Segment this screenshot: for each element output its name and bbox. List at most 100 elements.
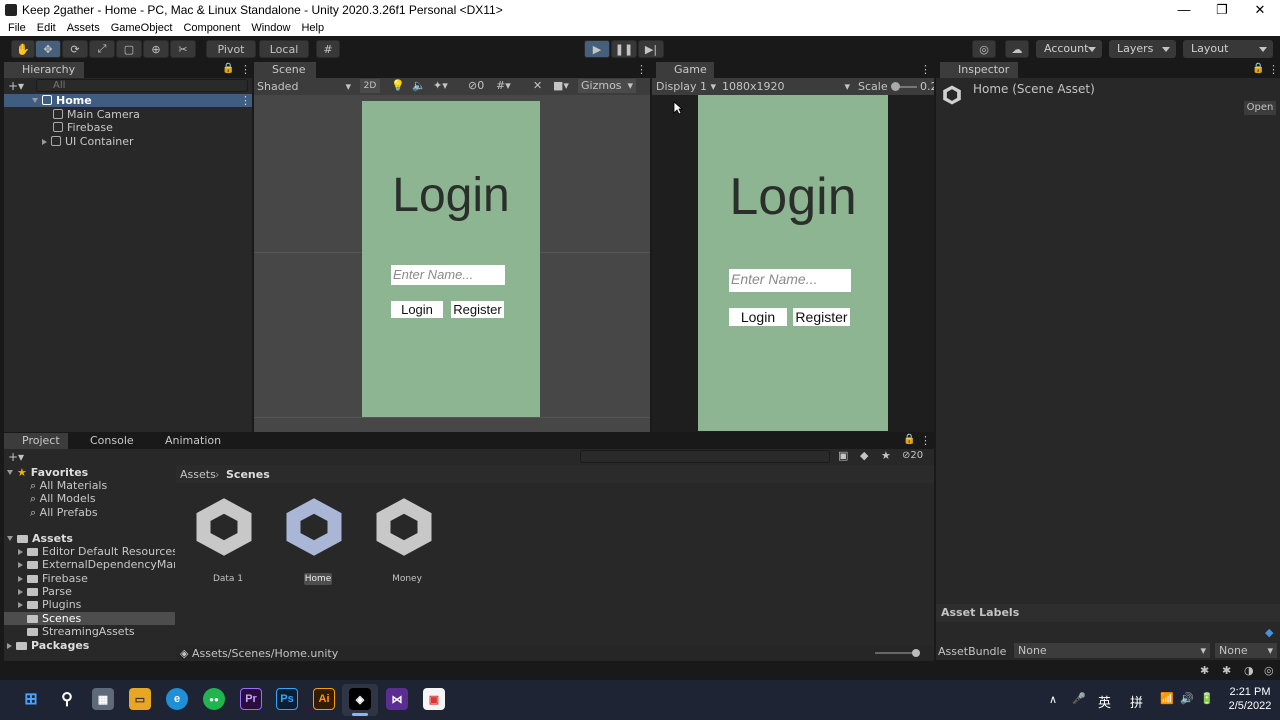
game-menu-icon[interactable]: ⋮ [920,63,931,76]
camera-icon[interactable]: ■▾ [553,79,569,92]
tree-fav-item[interactable]: ⌕ All Prefabs [30,506,98,519]
tree-folder[interactable]: Editor Default Resources [18,545,175,558]
play-button[interactable]: ▶ [584,40,610,58]
minimize-button[interactable]: — [1164,0,1204,20]
icon-size-slider-handle[interactable] [912,649,920,657]
inspector-menu-icon[interactable]: ⋮ [1268,63,1279,76]
layout-dropdown[interactable]: Layout [1183,40,1273,58]
hierarchy-scene-item[interactable]: Home [32,94,92,107]
close-button[interactable]: ✕ [1240,0,1280,20]
collab-icon[interactable]: ◎ [972,40,996,58]
audio-icon[interactable]: 🔈 [412,79,426,92]
hierarchy-item-firebase[interactable]: Firebase [53,121,113,134]
hierarchy-item-main-camera[interactable]: Main Camera [53,108,140,121]
scene-register-button[interactable]: Register [451,301,504,318]
search-icon[interactable]: ⚲ [56,688,78,710]
transform-tool-icon[interactable]: ⊕ [143,40,169,58]
tab-hierarchy[interactable]: Hierarchy [4,62,84,78]
unity-icon[interactable]: ◈ [349,688,371,710]
app-icon[interactable]: ▣ [423,688,445,710]
tree-folder[interactable]: Parse [18,585,72,598]
menu-edit[interactable]: Edit [37,22,56,34]
tab-game[interactable]: Game [656,62,714,78]
tree-folder[interactable]: ExternalDependencyManag [18,558,175,571]
tree-folder-scenes[interactable]: Scenes [27,612,81,625]
start-icon[interactable]: ⊞ [20,688,42,710]
unity-scene-file-icon[interactable] [374,497,434,557]
lock-icon[interactable]: 🔒 [222,63,234,74]
volume-icon[interactable]: 🔊 [1180,692,1194,705]
tree-fav-item[interactable]: ⌕ All Models [30,492,96,505]
custom-tool-icon[interactable]: ✂ [170,40,196,58]
variant-dropdown[interactable]: None ▾ [1215,643,1277,658]
breadcrumb-assets[interactable]: Assets [180,468,216,481]
local-toggle[interactable]: Local [259,40,309,58]
add-icon[interactable]: +▾ [8,79,24,93]
tab-project[interactable]: Project [4,433,68,449]
tree-packages[interactable]: Packages [7,639,89,652]
premiere-icon[interactable]: Pr [240,688,262,710]
search-by-type-icon[interactable]: ▣ [838,449,848,462]
status-auto-generate-icon[interactable]: ◑ [1244,664,1254,677]
shading-dropdown[interactable]: Shaded ▾ [257,80,353,93]
ime-language[interactable]: 英 [1098,692,1111,711]
account-dropdown[interactable]: Account [1036,40,1102,58]
tree-assets[interactable]: Assets [7,532,73,545]
tree-favorites[interactable]: ★ Favorites [7,466,88,479]
project-menu-icon[interactable]: ⋮ [920,434,931,447]
line-icon[interactable]: ●● [203,688,225,710]
assetbundle-dropdown[interactable]: None ▾ [1014,643,1210,658]
scene-name-field[interactable]: Enter Name... [391,265,505,285]
hierarchy-search-input[interactable]: All [36,79,248,92]
tree-folder[interactable]: StreamingAssets [27,625,135,638]
wifi-icon[interactable]: 📶 [1160,692,1174,705]
2d-toggle[interactable]: 2D [360,79,380,93]
illustrator-icon[interactable]: Ai [313,688,335,710]
tab-animation[interactable]: Animation [147,433,227,449]
photoshop-icon[interactable]: Ps [276,688,298,710]
menu-file[interactable]: File [8,22,26,34]
clock-time[interactable]: 2:21 PM [1228,686,1272,698]
lock-icon[interactable]: 🔒 [1252,63,1264,74]
scale-tool-icon[interactable]: ⤢ [89,40,115,58]
favorite-star-icon[interactable]: ★ [881,449,891,462]
breadcrumb-scenes[interactable]: Scenes [226,468,270,481]
menu-component[interactable]: Component [183,22,240,34]
tab-inspector[interactable]: Inspector [940,62,1018,78]
open-button[interactable]: Open [1244,101,1276,115]
resolution-dropdown[interactable]: 1080x1920 ▾ [722,80,850,93]
calculator-icon[interactable]: ▦ [92,688,114,710]
grid-icon[interactable]: #▾ [496,79,511,92]
menu-assets[interactable]: Assets [67,22,100,34]
hidden-packages-toggle[interactable]: ⊘20 [902,450,923,461]
cloud-icon[interactable]: ☁ [1005,40,1029,58]
menu-window[interactable]: Window [251,22,290,34]
game-login-button[interactable]: Login [729,308,787,326]
create-icon[interactable]: +▾ [8,450,24,464]
gizmos-dropdown[interactable]: Gizmos ▾ [578,79,636,93]
icon-size-slider[interactable] [875,652,917,654]
move-tool-icon[interactable]: ✥ [35,40,61,58]
menu-help[interactable]: Help [301,22,324,34]
hand-tool-icon[interactable]: ✋ [11,40,35,58]
panel-menu-icon[interactable]: ⋮ [240,63,251,76]
expand-icon[interactable] [42,139,47,145]
file-explorer-icon[interactable]: ▭ [129,688,151,710]
scene-login-button[interactable]: Login [391,301,443,318]
lock-icon[interactable]: 🔒 [903,434,915,445]
pause-button[interactable]: ❚❚ [611,40,637,58]
effects-icon[interactable]: ✦▾ [433,79,448,92]
tab-scene[interactable]: Scene [254,62,316,78]
unity-scene-file-icon[interactable] [194,497,254,557]
status-debug-icon[interactable]: ✱ [1200,664,1209,677]
label-tag-icon[interactable]: ◆ [1265,626,1273,639]
game-register-button[interactable]: Register [793,308,850,326]
microphone-icon[interactable]: 🎤 [1072,692,1086,705]
rect-tool-icon[interactable]: ▢ [116,40,142,58]
layers-dropdown[interactable]: Layers [1109,40,1176,58]
menu-gameobject[interactable]: GameObject [111,22,173,34]
lighting-icon[interactable]: 💡 [391,79,405,92]
hierarchy-item-ui-container[interactable]: UI Container [42,135,134,148]
maximize-button[interactable]: ❐ [1202,0,1242,20]
edge-icon[interactable]: e [166,688,188,710]
